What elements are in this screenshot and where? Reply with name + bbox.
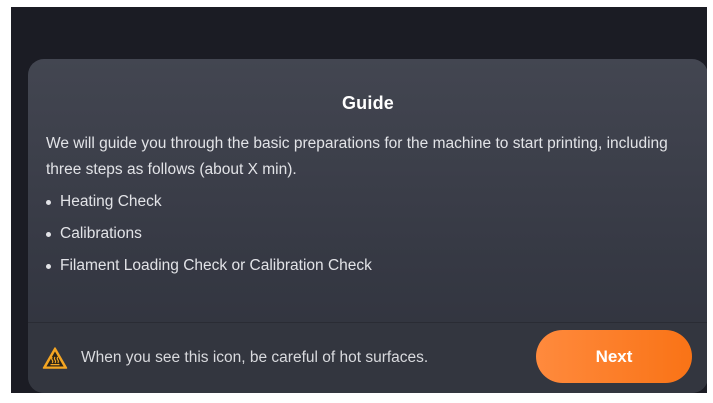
step-heating-check: Heating Check (46, 186, 372, 218)
bullet-icon (46, 231, 51, 237)
dialog-title: Guide (341, 93, 394, 113)
guide-dialog: Guide We will guide you through the basi… (28, 59, 707, 393)
screen: Guide We will guide you through the basi… (11, 7, 707, 393)
dialog-description: We will guide you through the basic prep… (46, 135, 668, 178)
hot-surface-warning-icon (42, 347, 68, 369)
dialog-footer: When you see this icon, be careful of ho… (28, 322, 707, 393)
bullet-icon (46, 199, 51, 205)
step-calibrations: Calibrations (46, 218, 372, 250)
bullet-icon (46, 263, 51, 269)
step-filament-loading-check: Filament Loading Check or Calibration Ch… (46, 250, 372, 282)
next-button[interactable]: Next (536, 330, 692, 383)
step-label: Calibrations (60, 225, 142, 242)
steps-list: Heating Check Calibrations Filament Load… (46, 186, 372, 282)
step-label: Heating Check (60, 193, 162, 210)
step-label: Filament Loading Check or Calibration Ch… (60, 257, 372, 274)
hot-surface-warning-text: When you see this icon, be careful of ho… (81, 349, 429, 366)
